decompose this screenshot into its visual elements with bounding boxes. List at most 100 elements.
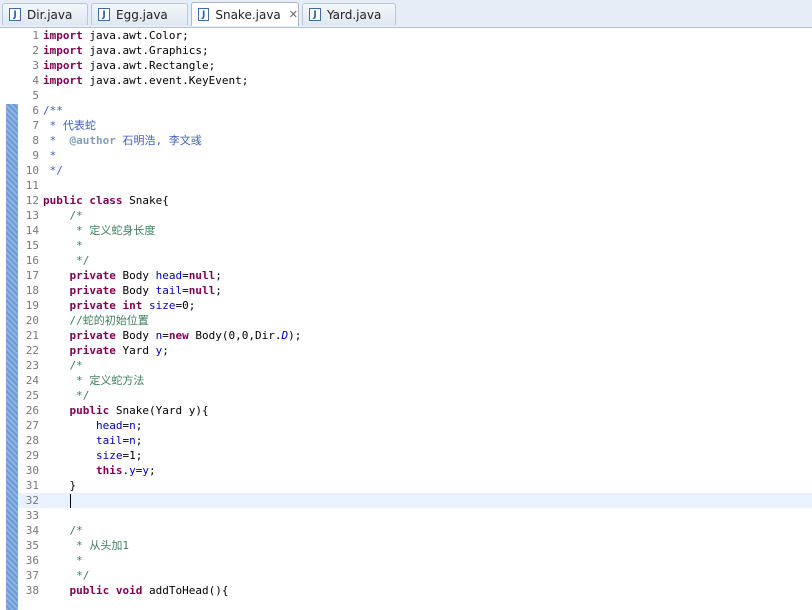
code-area[interactable]: 1 import java.awt.Color; 2 import java.awt.… xyxy=(18,28,812,598)
code-line[interactable]: 4 import java.awt.event.KeyEvent; xyxy=(18,73,812,88)
tab-dir-java[interactable]: J Dir.java xyxy=(2,3,88,25)
code-line[interactable]: 24 * 定义蛇方法 xyxy=(18,373,812,388)
code-line[interactable]: 20 //蛇的初始位置 xyxy=(18,313,812,328)
code-line[interactable]: 5 xyxy=(18,88,812,103)
line-number: 27 xyxy=(25,419,39,432)
line-text[interactable]: private Yard y; xyxy=(43,343,169,358)
line-text[interactable]: */ xyxy=(43,568,89,583)
code-line[interactable]: 15 * xyxy=(18,238,812,253)
line-text[interactable]: */ xyxy=(43,163,63,178)
line-text[interactable]: } xyxy=(43,478,76,493)
code-line[interactable]: 13 /* xyxy=(18,208,812,223)
line-text[interactable]: * xyxy=(43,238,83,253)
line-number: 19 xyxy=(25,299,39,312)
code-line[interactable]: 37 */ xyxy=(18,568,812,583)
line-text[interactable]: * 定义蛇身长度 xyxy=(43,223,155,238)
code-line[interactable]: 34 /* xyxy=(18,523,812,538)
line-text[interactable]: size=1; xyxy=(43,448,142,463)
line-text[interactable]: private int size=0; xyxy=(43,298,196,313)
line-text[interactable]: public Snake(Yard y){ xyxy=(43,403,209,418)
code-line[interactable]: 30 this.y=y; xyxy=(18,463,812,478)
line-text[interactable]: * @author 石明浩, 李文彧 xyxy=(43,133,202,148)
line-text[interactable]: this.y=y; xyxy=(43,463,156,478)
close-icon[interactable]: ✕ xyxy=(289,8,298,21)
code-line[interactable]: 26 public Snake(Yard y){ xyxy=(18,403,812,418)
line-text[interactable]: private Body tail=null; xyxy=(43,283,222,298)
code-line[interactable]: 16 */ xyxy=(18,253,812,268)
line-text[interactable]: /* xyxy=(43,358,82,373)
code-line[interactable]: 29 size=1; xyxy=(18,448,812,463)
line-text[interactable]: */ xyxy=(43,253,89,268)
code-line[interactable]: 14 * 定义蛇身长度 xyxy=(18,223,812,238)
line-text[interactable]: * 定义蛇方法 xyxy=(43,373,144,388)
line-text[interactable]: public void addToHead(){ xyxy=(43,583,229,598)
code-line[interactable]: 25 */ xyxy=(18,388,812,403)
code-line[interactable]: 19 private int size=0; xyxy=(18,298,812,313)
line-text[interactable]: private Body head=null; xyxy=(43,268,222,283)
code-line[interactable]: 35 * 从头加1 xyxy=(18,538,812,553)
code-line[interactable]: 1 import java.awt.Color; xyxy=(18,28,812,43)
line-number: 4 xyxy=(32,74,39,87)
line-number: 29 xyxy=(25,449,39,462)
code-line[interactable]: 22 private Yard y; xyxy=(18,343,812,358)
line-text[interactable]: /* xyxy=(43,208,82,223)
line-text[interactable]: private Body n=new Body(0,0,Dir.D); xyxy=(43,328,302,343)
java-file-icon: J xyxy=(98,8,110,21)
code-line[interactable]: 36 * xyxy=(18,553,812,568)
code-line[interactable]: 11 xyxy=(18,178,812,193)
code-line[interactable]: 9 * xyxy=(18,148,812,163)
code-line[interactable]: 8 * @author 石明浩, 李文彧 xyxy=(18,133,812,148)
code-line[interactable]: 32 xyxy=(18,493,812,508)
code-line[interactable]: 28 tail=n; xyxy=(18,433,812,448)
line-text[interactable]: * 从头加1 xyxy=(43,538,129,553)
line-number: 7 xyxy=(32,119,39,132)
line-number: 24 xyxy=(25,374,39,387)
line-text[interactable]: public class Snake{ xyxy=(43,193,169,208)
tab-egg-java[interactable]: J Egg.java xyxy=(91,3,188,25)
line-text[interactable]: import java.awt.Rectangle; xyxy=(43,58,215,73)
code-line[interactable]: 3 import java.awt.Rectangle; xyxy=(18,58,812,73)
line-number: 35 xyxy=(25,539,39,552)
code-line[interactable]: 33 xyxy=(18,508,812,523)
line-number: 8 xyxy=(32,134,39,147)
code-editor[interactable]: 1 import java.awt.Color; 2 import java.awt.… xyxy=(0,28,812,610)
code-line[interactable]: 6 /** xyxy=(18,103,812,118)
line-number: 38 xyxy=(25,584,39,597)
line-text[interactable]: /** xyxy=(43,103,63,118)
line-number: 5 xyxy=(32,89,39,102)
line-text[interactable]: * 代表蛇 xyxy=(43,118,96,133)
code-line[interactable]: 2 import java.awt.Graphics; xyxy=(18,43,812,58)
code-line[interactable]: 7 * 代表蛇 xyxy=(18,118,812,133)
line-text[interactable]: /* xyxy=(43,523,82,538)
java-file-icon: J xyxy=(9,8,21,21)
line-number: 10 xyxy=(25,164,39,177)
tab-snake-java[interactable]: J Snake.java ✕ xyxy=(191,2,299,26)
tab-label: Dir.java xyxy=(27,7,73,22)
line-text[interactable]: head=n; xyxy=(43,418,142,433)
code-line[interactable]: 31 } xyxy=(18,478,812,493)
code-line[interactable]: 27 head=n; xyxy=(18,418,812,433)
line-number: 15 xyxy=(25,239,39,252)
line-text[interactable]: //蛇的初始位置 xyxy=(43,313,148,328)
line-text[interactable]: import java.awt.Graphics; xyxy=(43,43,209,58)
code-line[interactable]: 21 private Body n=new Body(0,0,Dir.D); xyxy=(18,328,812,343)
tab-yard-java[interactable]: J Yard.java xyxy=(302,3,396,25)
line-number: 6 xyxy=(32,104,39,117)
line-number: 23 xyxy=(25,359,39,372)
line-text[interactable]: import java.awt.Color; xyxy=(43,28,189,43)
line-text[interactable]: tail=n; xyxy=(43,433,142,448)
line-text[interactable] xyxy=(43,493,71,508)
line-text[interactable]: */ xyxy=(43,388,89,403)
code-line[interactable]: 17 private Body head=null; xyxy=(18,268,812,283)
code-line[interactable]: 10 */ xyxy=(18,163,812,178)
line-text[interactable]: * xyxy=(43,148,57,163)
code-line[interactable]: 23 /* xyxy=(18,358,812,373)
line-number: 34 xyxy=(25,524,39,537)
code-line[interactable]: 38 public void addToHead(){ xyxy=(18,583,812,598)
java-file-icon: J xyxy=(198,8,210,21)
code-line[interactable]: 18 private Body tail=null; xyxy=(18,283,812,298)
line-number: 16 xyxy=(25,254,39,267)
line-text[interactable]: import java.awt.event.KeyEvent; xyxy=(43,73,248,88)
line-text[interactable]: * xyxy=(43,553,83,568)
code-line[interactable]: 12 public class Snake{ xyxy=(18,193,812,208)
